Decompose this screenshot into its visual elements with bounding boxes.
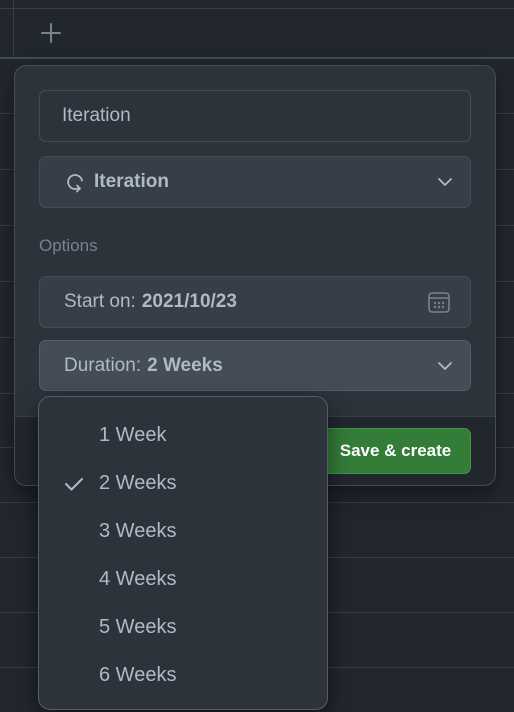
field-name-value: Iteration: [62, 105, 131, 126]
start-value: 2021/10/23: [141, 291, 237, 312]
start-date-field[interactable]: Start on: 2021/10/23: [39, 276, 471, 328]
duration-label: Duration:: [64, 354, 142, 376]
duration-option[interactable]: 5 Weeks: [39, 603, 327, 651]
duration-select[interactable]: Duration: 2 Weeks: [39, 340, 471, 391]
duration-option-label: 1 Week: [99, 423, 167, 446]
duration-value: 2 Weeks: [147, 354, 223, 376]
field-type-select[interactable]: Iteration: [39, 156, 471, 208]
field-name-input[interactable]: Iteration: [39, 90, 471, 142]
check-icon: [65, 478, 83, 491]
calendar-icon[interactable]: [426, 289, 452, 315]
duration-option-label: 4 Weeks: [99, 567, 177, 590]
plus-icon: [41, 23, 61, 43]
duration-option[interactable]: 6 Weeks: [39, 651, 327, 699]
duration-option-label: 3 Weeks: [99, 519, 177, 542]
duration-option[interactable]: 4 Weeks: [39, 555, 327, 603]
chevron-down-icon: [438, 178, 452, 186]
options-heading: Options: [39, 236, 98, 255]
duration-option-selected[interactable]: 2 Weeks: [39, 459, 327, 507]
grid-line: [0, 8, 514, 9]
duration-option[interactable]: 1 Week: [39, 411, 327, 459]
add-field-button[interactable]: [38, 20, 64, 46]
header-divider: [0, 57, 514, 59]
save-and-create-button[interactable]: Save & create: [320, 428, 471, 474]
start-label: Start on:: [64, 291, 136, 312]
duration-option[interactable]: 3 Weeks: [39, 507, 327, 555]
iteration-icon: [67, 174, 83, 193]
duration-option-label: 2 Weeks: [99, 471, 177, 494]
duration-option-label: 5 Weeks: [99, 615, 177, 638]
chevron-down-icon: [438, 362, 452, 370]
field-type-label: Iteration: [94, 171, 169, 192]
duration-dropdown-menu: 1 Week 2 Weeks 3 Weeks 4 Weeks 5 Weeks 6…: [38, 396, 328, 710]
duration-option-label: 6 Weeks: [99, 663, 177, 686]
